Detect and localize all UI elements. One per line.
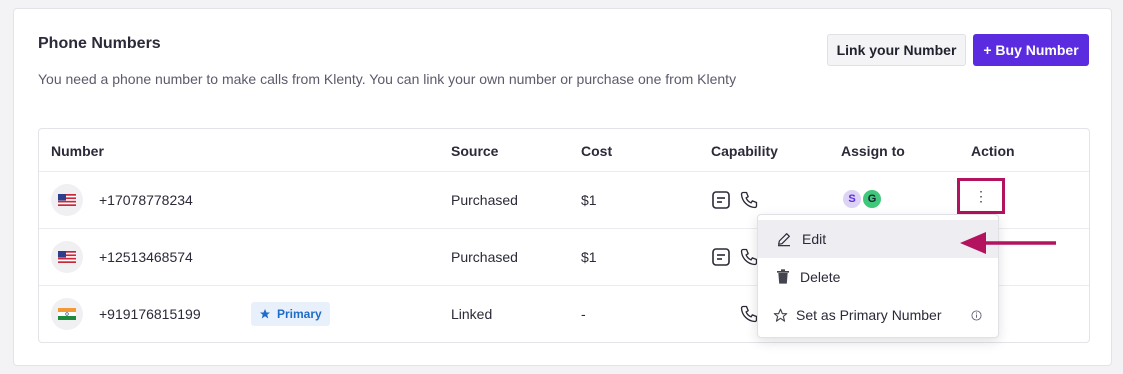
sms-icon [712, 248, 730, 266]
star-icon [773, 308, 788, 322]
menu-item-delete[interactable]: Delete [758, 258, 998, 296]
column-header-number: Number [51, 143, 104, 159]
avatar[interactable]: S [841, 188, 863, 210]
primary-badge-label: Primary [277, 307, 322, 321]
page-subtitle: You need a phone number to make calls fr… [38, 71, 737, 87]
column-header-action: Action [971, 143, 1015, 159]
phone-icon [740, 191, 758, 209]
india-flag-icon [51, 298, 83, 330]
sms-icon [712, 191, 730, 209]
menu-item-label: Edit [802, 231, 827, 247]
annotation-arrow-icon [960, 232, 1056, 254]
info-icon[interactable] [971, 309, 982, 321]
source: Purchased [451, 192, 518, 208]
page-title: Phone Numbers [38, 35, 161, 52]
us-flag-icon [51, 184, 83, 216]
avatar[interactable]: G [861, 188, 883, 210]
buy-number-button[interactable]: + Buy Number [973, 34, 1089, 66]
star-icon [260, 309, 270, 319]
link-number-button[interactable]: Link your Number [827, 34, 966, 66]
menu-item-label: Set as Primary Number [796, 307, 942, 323]
column-header-source: Source [451, 143, 499, 159]
primary-badge: Primary [251, 302, 330, 326]
cost: $1 [581, 249, 597, 265]
phone-number: +12513468574 [99, 249, 193, 265]
cost: - [581, 306, 586, 322]
pencil-icon [778, 233, 790, 247]
trash-icon [777, 269, 789, 284]
phone-number: +919176815199 [99, 306, 201, 322]
column-header-cost: Cost [581, 143, 613, 159]
column-header-capability: Capability [711, 143, 778, 159]
phone-icon [740, 305, 758, 323]
source: Purchased [451, 249, 518, 265]
phone-number: +17078778234 [99, 192, 193, 208]
us-flag-icon [51, 241, 83, 273]
row-action-menu-button[interactable]: ⋮ [957, 178, 1005, 214]
menu-item-set-primary[interactable]: Set as Primary Number [758, 296, 998, 334]
source: Linked [451, 306, 493, 322]
phone-icon [740, 248, 758, 266]
cost: $1 [581, 192, 597, 208]
column-header-assign-to: Assign to [841, 143, 905, 159]
menu-item-label: Delete [800, 269, 841, 285]
